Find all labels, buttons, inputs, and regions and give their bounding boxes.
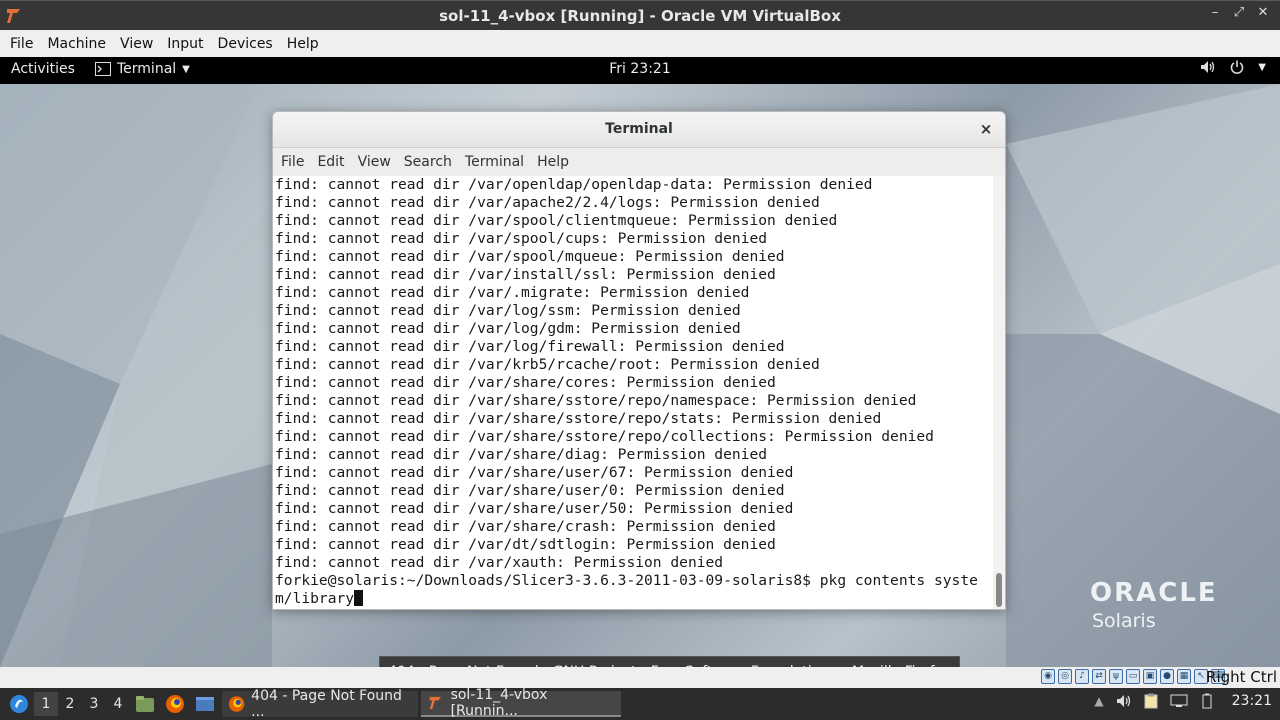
terminal-menubar: File Edit View Search Terminal Help: [273, 148, 1005, 176]
terminal-titlebar[interactable]: Terminal ×: [273, 112, 1005, 148]
terminal-scrollbar[interactable]: [993, 176, 1005, 609]
terminal-line: find: cannot read dir /var/install/ssl: …: [275, 266, 776, 283]
terminal-line: find: cannot read dir /var/share/user/67…: [275, 464, 794, 481]
taskbar-clock[interactable]: 23:21: [1232, 693, 1272, 709]
oracle-solaris-logo: ORACLE Solaris: [1090, 578, 1218, 632]
host-taskbar: 1 2 3 4 404 - Page Not Found ... sol-11_…: [0, 687, 1280, 720]
terminal-line: find: cannot read dir /var/share/sstore/…: [275, 410, 882, 427]
terminal-line: find: cannot read dir /var/share/cores: …: [275, 374, 776, 391]
volume-icon[interactable]: [1116, 694, 1132, 708]
terminal-line: find: cannot read dir /var/log/ssm: Perm…: [275, 302, 741, 319]
vbox-titlebar: sol-11_4-vbox [Running] - Oracle VM Virt…: [0, 0, 1280, 30]
menu-view[interactable]: View: [114, 36, 159, 52]
menu-devices[interactable]: Devices: [212, 36, 279, 52]
window-controls: – ⤢ ✕: [1208, 5, 1270, 20]
workspace-2[interactable]: 2: [58, 692, 82, 716]
terminal-line: find: cannot read dir /var/dt/sdtlogin: …: [275, 536, 776, 553]
menu-file[interactable]: File: [4, 36, 39, 52]
clipboard-icon[interactable]: [1144, 693, 1158, 709]
logo-line1: ORACLE: [1090, 578, 1218, 608]
terminal-prompt-line: forkie@solaris:~/Downloads/Slicer3-3.6.3…: [275, 572, 978, 589]
file-manager-icon[interactable]: [133, 692, 157, 716]
terminal-current-input: m/library: [275, 590, 355, 607]
power-icon: [1231, 60, 1244, 74]
terminal-line: find: cannot read dir /var/log/firewall:…: [275, 338, 785, 355]
terminal-line: find: cannot read dir /var/share/diag: P…: [275, 446, 768, 463]
terminal-line: find: cannot read dir /var/spool/cups: P…: [275, 230, 768, 247]
scrollbar-thumb[interactable]: [996, 573, 1002, 607]
chevron-down-icon: ▼: [1258, 61, 1266, 73]
cpu-icon[interactable]: ▦: [1177, 669, 1191, 684]
taskbar-task-virtualbox[interactable]: sol-11_4-vbox [Runnin...: [421, 687, 621, 719]
tray-arrow-icon[interactable]: ▲: [1094, 694, 1103, 708]
workspace-1[interactable]: 1: [34, 692, 58, 716]
vbox-device-icons: ◉ ◎ ♪ ⇄ ψ ▭ ▣ ● ▦ ↖ ⌨: [1041, 669, 1225, 684]
terminal-line: find: cannot read dir /var/spool/mqueue:…: [275, 248, 785, 265]
terminal-menu-search[interactable]: Search: [398, 154, 458, 170]
terminal-line: find: cannot read dir /var/.migrate: Per…: [275, 284, 750, 301]
host-key-label: Right Ctrl: [1206, 668, 1277, 686]
terminal-line: find: cannot read dir /var/share/user/0:…: [275, 482, 785, 499]
maximize-button[interactable]: ⤢: [1232, 5, 1246, 20]
task-label: 404 - Page Not Found ...: [251, 688, 402, 720]
workspace-4[interactable]: 4: [106, 692, 130, 716]
volume-icon: [1201, 61, 1215, 73]
firefox-icon: [228, 696, 245, 712]
terminal-menu-terminal[interactable]: Terminal: [459, 154, 530, 170]
terminal-line: find: cannot read dir /var/spool/clientm…: [275, 212, 838, 229]
terminal-menu-edit[interactable]: Edit: [311, 154, 350, 170]
power-icon[interactable]: [1200, 693, 1214, 709]
terminal-menu-help[interactable]: Help: [531, 154, 575, 170]
start-menu-icon[interactable]: [7, 692, 31, 716]
window-title: sol-11_4-vbox [Running] - Oracle VM Virt…: [439, 6, 841, 25]
display-icon[interactable]: ▣: [1143, 669, 1157, 684]
terminal-line: find: cannot read dir /var/share/user/50…: [275, 500, 794, 517]
system-menu[interactable]: ▼: [1200, 60, 1266, 74]
firefox-launcher-icon[interactable]: [163, 692, 187, 716]
system-tray: ▲ 23:21: [1094, 693, 1272, 709]
audio-icon[interactable]: ♪: [1075, 669, 1089, 684]
minimize-button[interactable]: –: [1208, 5, 1222, 20]
terminal-line: find: cannot read dir /var/apache2/2.4/l…: [275, 194, 820, 211]
close-icon[interactable]: ×: [977, 120, 995, 138]
vbox-statusbar: ◉ ◎ ♪ ⇄ ψ ▭ ▣ ● ▦ ↖ ⌨ Right Ctrl: [0, 667, 1280, 688]
show-desktop-icon[interactable]: [193, 692, 217, 716]
terminal-line: find: cannot read dir /var/xauth: Permis…: [275, 554, 724, 571]
terminal-line: find: cannot read dir /var/share/sstore/…: [275, 392, 917, 409]
terminal-title: Terminal: [605, 121, 673, 137]
close-button[interactable]: ✕: [1256, 5, 1270, 20]
terminal-output[interactable]: find: cannot read dir /var/openldap/open…: [273, 176, 995, 609]
terminal-line: find: cannot read dir /var/krb5/rcache/r…: [275, 356, 820, 373]
terminal-line: find: cannot read dir /var/openldap/open…: [275, 176, 873, 193]
terminal-line: find: cannot read dir /var/share/sstore/…: [275, 428, 934, 445]
taskbar-task-firefox[interactable]: 404 - Page Not Found ...: [222, 688, 418, 720]
network-icon[interactable]: [1170, 694, 1188, 708]
terminal-line: find: cannot read dir /var/share/crash: …: [275, 518, 776, 535]
hard-disk-icon[interactable]: ◉: [1041, 669, 1055, 684]
terminal-menu-view[interactable]: View: [352, 154, 397, 170]
task-label: sol-11_4-vbox [Runnin...: [450, 687, 548, 719]
gnome-topbar: Activities Terminal ▼ Fri 23:21 ▼: [0, 57, 1280, 84]
terminal-line: find: cannot read dir /var/log/gdm: Perm…: [275, 320, 741, 337]
menu-help[interactable]: Help: [281, 36, 325, 52]
usb-icon[interactable]: ψ: [1109, 669, 1123, 684]
text-cursor: [354, 590, 364, 606]
optical-drive-icon[interactable]: ◎: [1058, 669, 1072, 684]
clock[interactable]: Fri 23:21: [0, 61, 1280, 77]
workspace-3[interactable]: 3: [82, 692, 106, 716]
recording-icon[interactable]: ●: [1160, 669, 1174, 684]
terminal-input-line[interactable]: m/library: [273, 590, 995, 608]
network-icon[interactable]: ⇄: [1092, 669, 1106, 684]
menu-input[interactable]: Input: [161, 36, 209, 52]
menu-machine[interactable]: Machine: [41, 36, 112, 52]
terminal-menu-file[interactable]: File: [275, 154, 310, 170]
logo-line2: Solaris: [1092, 610, 1156, 632]
terminal-window[interactable]: Terminal × File Edit View Search Termina…: [272, 111, 1006, 610]
shared-folder-icon[interactable]: ▭: [1126, 669, 1140, 684]
virtualbox-icon: [429, 696, 442, 710]
vbox-menubar: File Machine View Input Devices Help: [0, 30, 1280, 57]
